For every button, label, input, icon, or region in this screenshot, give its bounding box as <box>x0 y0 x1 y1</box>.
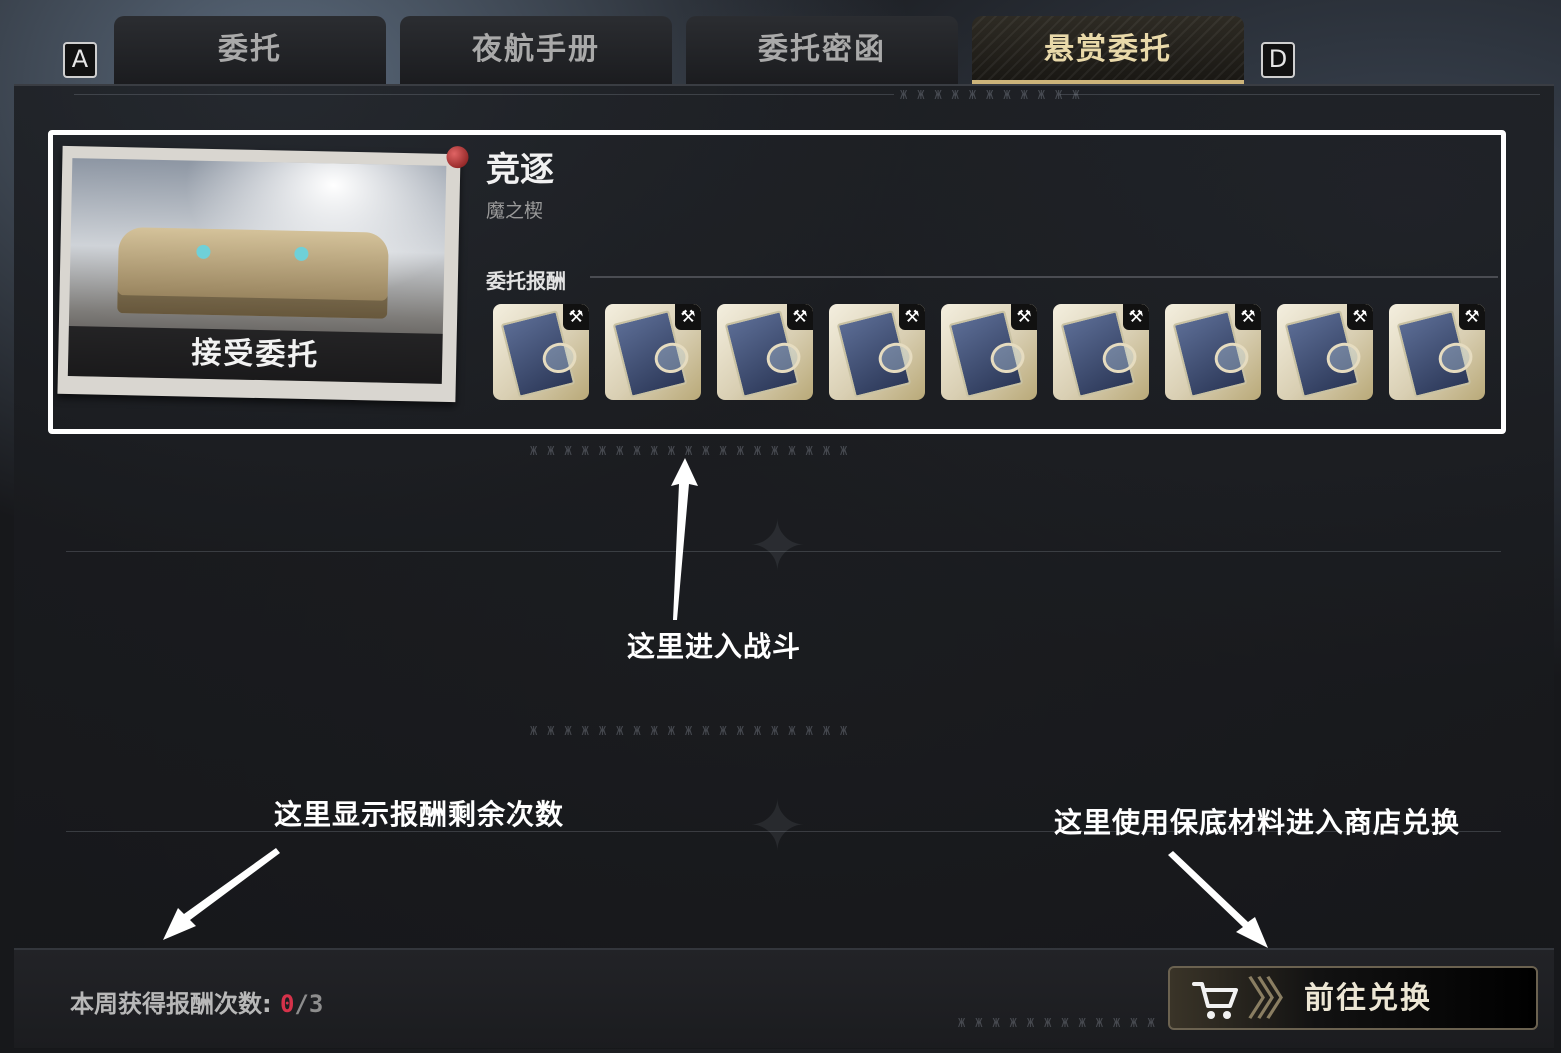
annotation-battle: 这里进入战斗 <box>627 630 802 663</box>
glyph-ornament-icon: ЖЖЖЖЖЖЖЖЖЖЖЖ <box>958 1016 1165 1030</box>
chevron-right-icon: 〉〉〉 <box>1246 972 1310 1026</box>
go-exchange-button[interactable]: 〉〉〉 前往兑换 <box>1168 966 1538 1030</box>
go-exchange-label: 前往兑换 <box>1304 981 1432 1016</box>
annotation-arrows <box>163 458 1268 948</box>
shopping-cart-icon <box>1192 982 1238 1019</box>
arrow-up-icon <box>671 458 698 620</box>
weekly-label: 本周获得报酬次数: <box>70 990 272 1018</box>
weekly-max: /3 <box>294 990 324 1018</box>
annotation-remaining: 这里显示报酬剩余次数 <box>274 798 565 831</box>
arrow-down-left-icon <box>163 848 280 940</box>
annotation-shop: 这里使用保底材料进入商店兑换 <box>1054 806 1461 839</box>
arrow-down-right-icon <box>1168 851 1268 948</box>
weekly-count: 0 <box>279 990 295 1018</box>
weekly-reward-counter: 本周获得报酬次数: 0/3 <box>70 984 323 1019</box>
